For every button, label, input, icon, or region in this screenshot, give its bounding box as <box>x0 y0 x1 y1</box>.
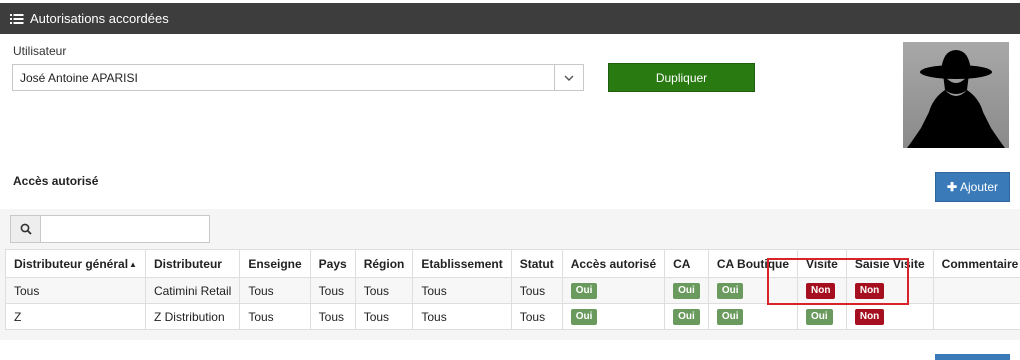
saisie-visite-badge[interactable]: Non <box>855 283 884 299</box>
col-saisie-visite[interactable]: Saisie Visite <box>846 250 933 278</box>
cell-commentaire <box>933 304 1020 330</box>
col-acces-autorise[interactable]: Accès autorisé <box>562 250 664 278</box>
acces-badge[interactable]: Oui <box>571 309 598 325</box>
footer-button-edge[interactable] <box>935 354 1010 360</box>
duplicate-button[interactable]: Dupliquer <box>608 63 755 92</box>
col-region[interactable]: Région <box>355 250 413 278</box>
user-select-value: José Antoine APARISI <box>20 71 138 85</box>
cell-distributeur: Z Distribution <box>145 304 239 330</box>
chevron-down-icon[interactable] <box>554 65 583 90</box>
user-select[interactable]: José Antoine APARISI <box>12 64 584 91</box>
col-visite[interactable]: Visite <box>798 250 847 278</box>
ca-boutique-badge[interactable]: Oui <box>717 283 744 299</box>
col-ca-boutique[interactable]: CA Boutique <box>708 250 797 278</box>
cell-distributeur-general: Z <box>6 304 146 330</box>
col-commentaire[interactable]: Commentaire <box>933 250 1020 278</box>
ca-boutique-badge[interactable]: Oui <box>717 309 744 325</box>
ca-badge[interactable]: Oui <box>673 309 700 325</box>
table-row[interactable]: Tous Catimini Retail Tous Tous Tous Tous… <box>6 278 1020 304</box>
cell-statut: Tous <box>511 278 562 304</box>
access-table: Distributeur général▲ Distributeur Ensei… <box>5 249 1020 330</box>
panel-header: Autorisations accordées <box>0 3 1020 34</box>
user-label: Utilisateur <box>13 44 66 58</box>
cell-pays: Tous <box>310 304 355 330</box>
cell-region: Tous <box>355 278 413 304</box>
cell-pays: Tous <box>310 278 355 304</box>
search-icon[interactable] <box>10 215 40 243</box>
visite-badge[interactable]: Non <box>806 283 835 299</box>
col-etablissement[interactable]: Etablissement <box>413 250 511 278</box>
panel-title: Autorisations accordées <box>30 11 169 26</box>
col-ca[interactable]: CA <box>665 250 709 278</box>
cell-statut: Tous <box>511 304 562 330</box>
cell-distributeur: Catimini Retail <box>145 278 239 304</box>
add-button[interactable]: ✚ Ajouter <box>935 172 1010 202</box>
cell-region: Tous <box>355 304 413 330</box>
search-input[interactable] <box>40 215 210 243</box>
cell-enseigne: Tous <box>240 304 310 330</box>
saisie-visite-badge[interactable]: Non <box>855 309 884 325</box>
col-distributeur[interactable]: Distributeur <box>145 250 239 278</box>
table-row[interactable]: Z Z Distribution Tous Tous Tous Tous Tou… <box>6 304 1020 330</box>
col-statut[interactable]: Statut <box>511 250 562 278</box>
cell-etablissement: Tous <box>413 278 511 304</box>
access-section-title: Accès autorisé <box>13 174 98 188</box>
cell-etablissement: Tous <box>413 304 511 330</box>
cell-enseigne: Tous <box>240 278 310 304</box>
table-header-row: Distributeur général▲ Distributeur Ensei… <box>6 250 1020 278</box>
cell-distributeur-general: Tous <box>6 278 146 304</box>
cell-commentaire <box>933 278 1020 304</box>
list-icon <box>10 13 24 25</box>
col-pays[interactable]: Pays <box>310 250 355 278</box>
plus-icon: ✚ <box>947 180 957 194</box>
sort-asc-icon: ▲ <box>129 260 137 269</box>
col-enseigne[interactable]: Enseigne <box>240 250 310 278</box>
visite-badge[interactable]: Oui <box>806 309 833 325</box>
add-button-label: Ajouter <box>960 180 998 194</box>
col-distributeur-general[interactable]: Distributeur général▲ <box>6 250 146 278</box>
avatar <box>903 42 1009 148</box>
ca-badge[interactable]: Oui <box>673 283 700 299</box>
acces-badge[interactable]: Oui <box>571 283 598 299</box>
